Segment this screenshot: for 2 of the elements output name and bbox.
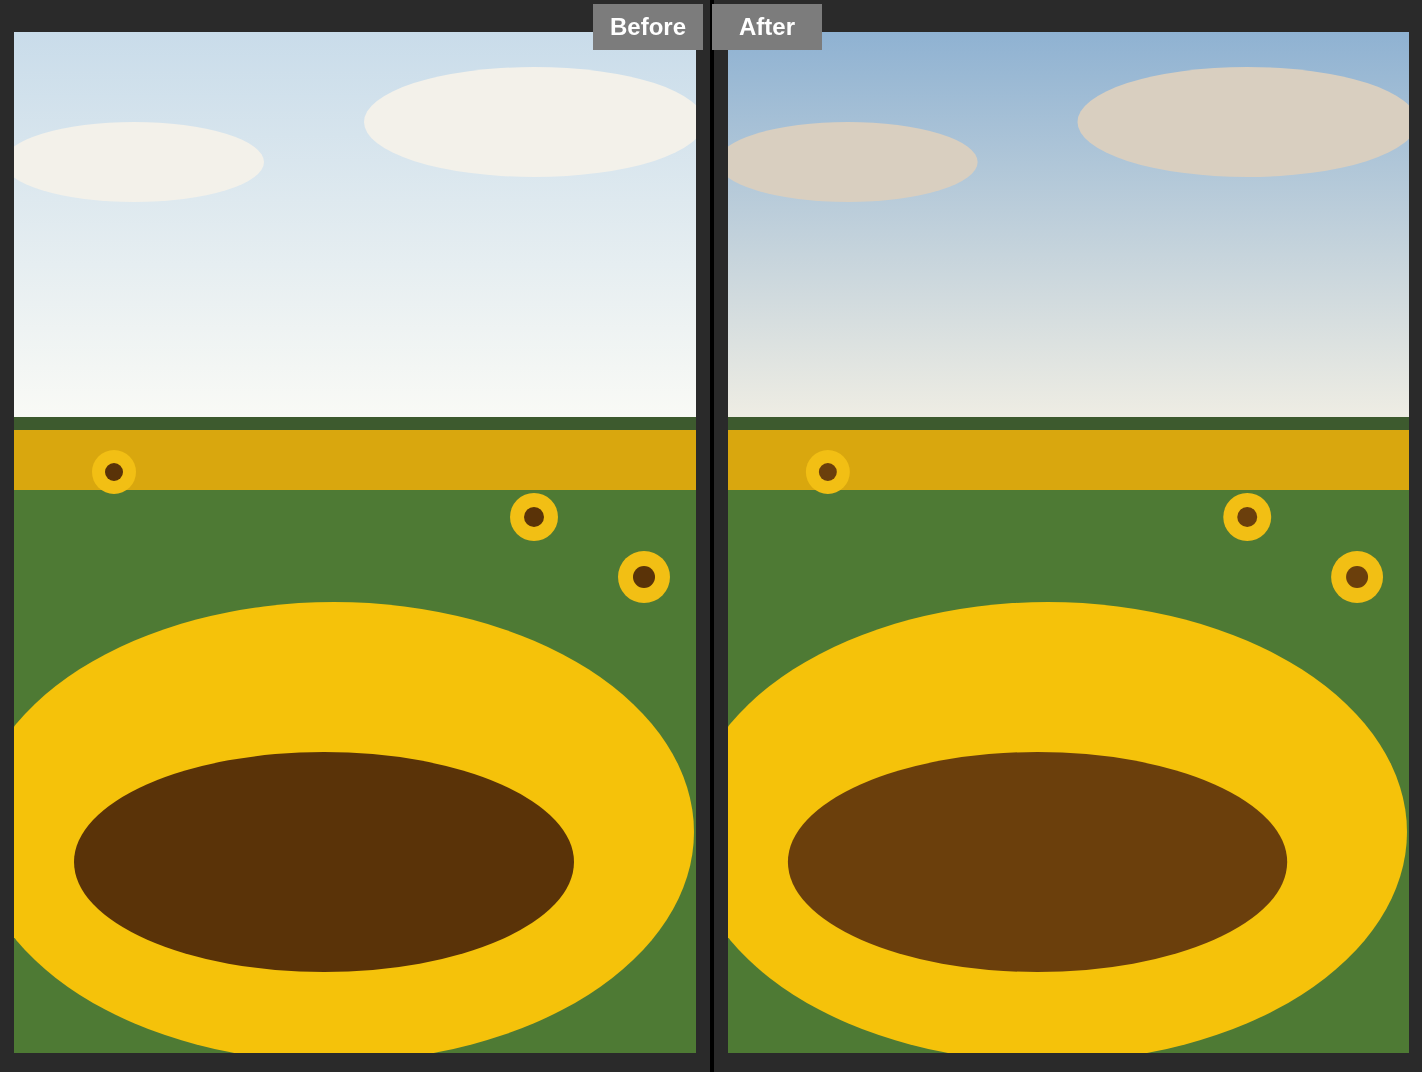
view-label: After xyxy=(712,4,823,50)
view-label: Before xyxy=(593,4,704,50)
